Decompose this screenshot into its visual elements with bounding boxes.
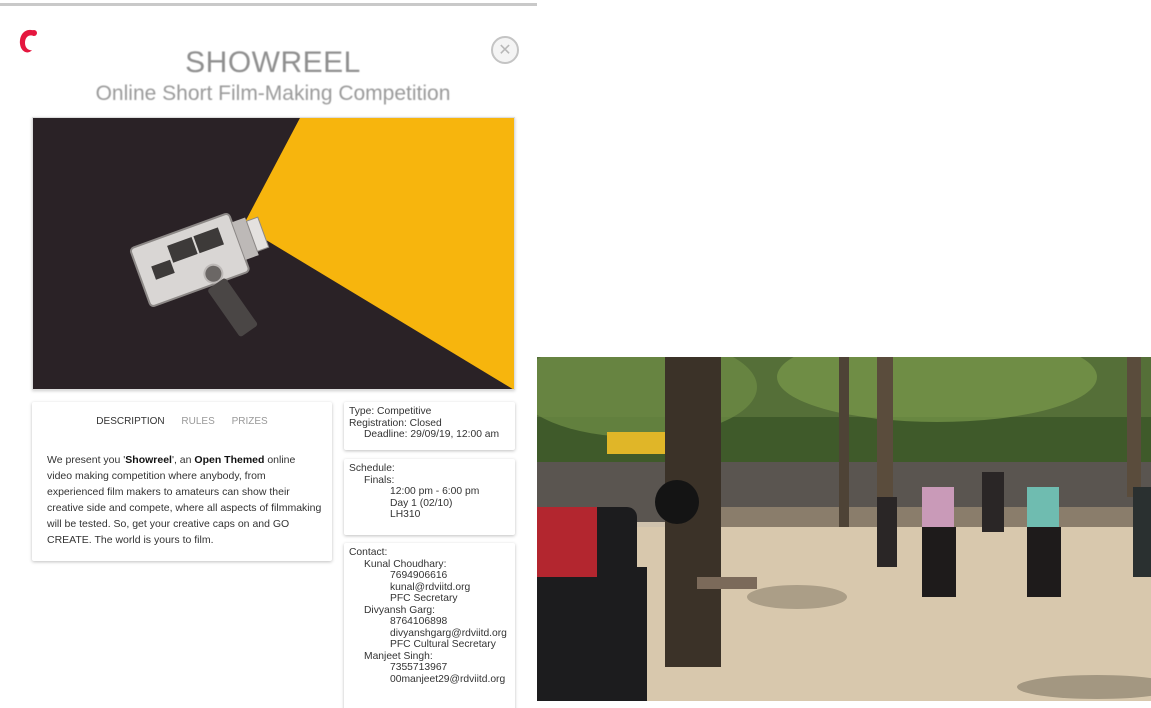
contact-name: Manjeet Singh: xyxy=(364,650,433,662)
contact-heading: Contact: xyxy=(349,547,388,558)
description-card: DESCRIPTION RULES PRIZES We present you … xyxy=(32,402,332,561)
banner-image xyxy=(32,117,515,390)
event-type-card: Type: Competitive Registration: Closed D… xyxy=(344,402,515,450)
event-photo xyxy=(537,357,1151,701)
schedule-venue: LH310 xyxy=(390,509,421,520)
tab-description[interactable]: DESCRIPTION xyxy=(96,416,164,427)
event-description: We present you 'Showreel', an Open Theme… xyxy=(47,452,322,548)
tab-prizes[interactable]: PRIZES xyxy=(232,416,268,427)
registration-deadline: Deadline: 29/09/19, 12:00 am xyxy=(364,429,500,440)
event-type: Type: Competitive xyxy=(349,406,432,417)
contact-card: Contact: Kunal Choudhary: 7694906616 kun… xyxy=(344,543,515,708)
contact-email[interactable]: kunal@rdviitd.org xyxy=(349,582,510,594)
contact-name: Kunal Choudhary: xyxy=(364,558,447,570)
contact-name: Divyansh Garg: xyxy=(364,604,435,616)
page-title: SHOWREEL xyxy=(185,46,361,79)
schedule-heading: Schedule: xyxy=(349,463,395,474)
contact-role: PFC Cultural Secretary xyxy=(390,639,496,650)
contact-email[interactable]: divyanshgarg@rdviitd.org xyxy=(349,628,510,640)
schedule-round: Finals: xyxy=(364,474,395,486)
contact-role: PFC Secretary xyxy=(390,593,458,604)
schedule-time: 12:00 pm - 6:00 pm xyxy=(390,486,480,497)
description-highlight: Open Themed xyxy=(194,454,265,466)
page-subtitle: Online Short Film-Making Competition xyxy=(95,82,451,105)
description-highlight: Showreel xyxy=(125,454,172,466)
schedule-card: Schedule: Finals: 12:00 pm - 6:00 pm Day… xyxy=(344,459,515,535)
contact-email[interactable]: 00manjeet29@rdviitd.org xyxy=(349,674,510,686)
tab-rules[interactable]: RULES xyxy=(181,416,214,427)
registration-status: Registration: Closed xyxy=(349,417,442,429)
contact-phone[interactable]: 8764106898 xyxy=(349,616,510,628)
contact-phone[interactable]: 7694906616 xyxy=(349,570,510,582)
description-text: We present you ' xyxy=(47,454,126,466)
tab-bar: DESCRIPTION RULES PRIZES xyxy=(32,416,332,427)
schedule-day: Day 1 (02/10) xyxy=(390,497,453,509)
description-text: online video making competition where an… xyxy=(47,454,322,546)
event-modal: ✕ SHOWREEL Online Short Film-Making Comp… xyxy=(0,6,537,708)
contact-phone[interactable]: 7355713967 xyxy=(349,662,510,674)
description-text: ', an xyxy=(171,454,195,466)
